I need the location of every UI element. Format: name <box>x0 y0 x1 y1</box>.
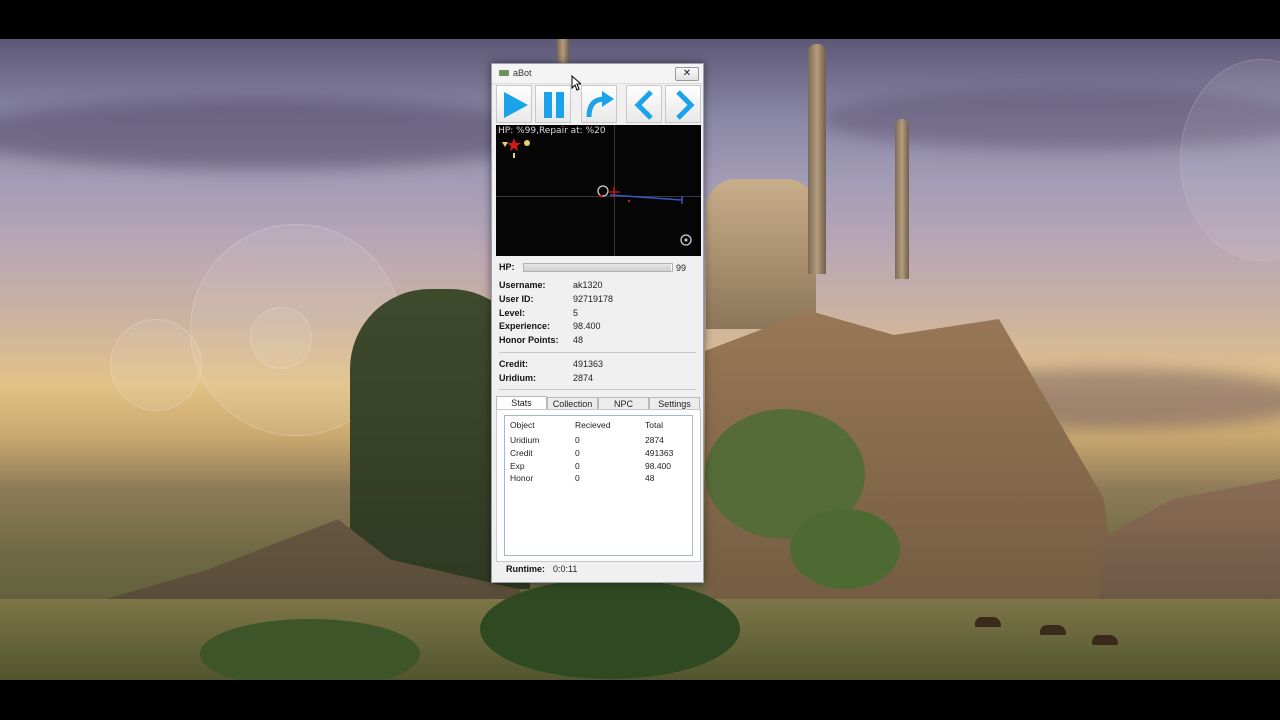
title-bar[interactable]: aBot ✕ <box>492 64 703 84</box>
experience-value: 98.400 <box>573 321 601 331</box>
stats-list[interactable]: Object Recieved Total Uridium 0 2874 Cre… <box>504 415 693 556</box>
minimap[interactable]: HP: %99,Repair at: %20 <box>496 125 701 256</box>
player-ship-marker <box>597 185 609 197</box>
runtime-label: Runtime: <box>506 564 545 574</box>
column-header-object[interactable]: Object <box>510 420 535 430</box>
previous-button[interactable] <box>626 85 662 123</box>
stats-row-total: 2874 <box>645 435 664 445</box>
tab-stats[interactable]: Stats <box>496 396 547 410</box>
stats-row-recieved: 0 <box>575 448 580 458</box>
bushes <box>200 619 420 680</box>
next-button[interactable] <box>665 85 701 123</box>
camel <box>975 617 1001 627</box>
stats-tab-panel: Object Recieved Total Uridium 0 2874 Cre… <box>496 409 701 562</box>
userid-label: User ID: <box>499 294 534 304</box>
minaret <box>557 39 569 63</box>
tab-bar: Stats Collection NPC Settings <box>496 396 701 410</box>
cloud <box>0 99 560 169</box>
credit-label: Credit: <box>499 359 528 369</box>
ship-path <box>609 194 683 201</box>
close-button[interactable]: ✕ <box>675 67 699 81</box>
bushes <box>480 579 740 679</box>
tree <box>790 509 900 589</box>
divider <box>499 352 696 353</box>
level-value: 5 <box>573 308 579 318</box>
uridium-label: Uridium: <box>499 373 536 383</box>
hp-progress-fill <box>524 264 671 271</box>
camel <box>1092 635 1118 645</box>
chevron-left-icon <box>634 90 653 120</box>
redo-button[interactable] <box>581 85 617 123</box>
toolbar <box>496 85 701 123</box>
map-legend-icons <box>502 138 530 158</box>
credit-value: 491363 <box>573 359 604 369</box>
column-header-recieved[interactable]: Recieved <box>575 420 610 430</box>
stats-row-object: Uridium <box>510 435 540 445</box>
abot-window: aBot ✕ HP: %99,Repair at: %20 HP: 99 Use… <box>491 63 704 583</box>
stats-row-object: Exp <box>510 461 525 471</box>
camel <box>1040 625 1066 635</box>
column-header-total[interactable]: Total <box>645 420 663 430</box>
pause-button[interactable] <box>535 85 571 123</box>
uridium-value: 2874 <box>573 373 594 383</box>
honor-value: 48 <box>573 335 584 345</box>
chevron-right-icon <box>676 90 695 120</box>
lens-flare <box>110 319 202 411</box>
stats-row-total: 48 <box>645 473 655 483</box>
stats-row-object: Credit <box>510 448 533 458</box>
level-label: Level: <box>499 308 526 318</box>
stats-row-object: Honor <box>510 473 534 483</box>
app-icon <box>499 70 509 76</box>
hp-value: 99 <box>676 263 687 273</box>
experience-label: Experience: <box>499 321 551 331</box>
mouse-cursor-icon <box>571 75 581 91</box>
stats-row-recieved: 0 <box>575 435 580 445</box>
stats-row-total: 98.400 <box>645 461 671 471</box>
window-title: aBot <box>513 68 532 78</box>
minaret <box>808 44 826 274</box>
hp-label: HP: <box>499 262 515 272</box>
hp-progress-bar <box>523 263 673 272</box>
lens-flare <box>1180 59 1280 261</box>
redo-arrow-icon <box>586 91 614 118</box>
play-button[interactable] <box>496 85 532 123</box>
castle <box>706 179 816 329</box>
play-icon <box>504 92 528 118</box>
stats-row-recieved: 0 <box>575 461 580 471</box>
map-markers <box>502 138 692 246</box>
runtime-value: 0:0:11 <box>553 564 578 574</box>
honor-label: Honor Points: <box>499 335 559 345</box>
pause-icon <box>544 92 564 118</box>
minaret <box>895 119 909 279</box>
username-value: ak1320 <box>573 280 603 290</box>
lens-flare <box>250 307 312 369</box>
userid-value: 92719178 <box>573 294 614 304</box>
username-label: Username: <box>499 280 546 290</box>
divider <box>499 389 696 390</box>
stats-row-recieved: 0 <box>575 473 580 483</box>
stats-row-total: 491363 <box>645 448 674 458</box>
